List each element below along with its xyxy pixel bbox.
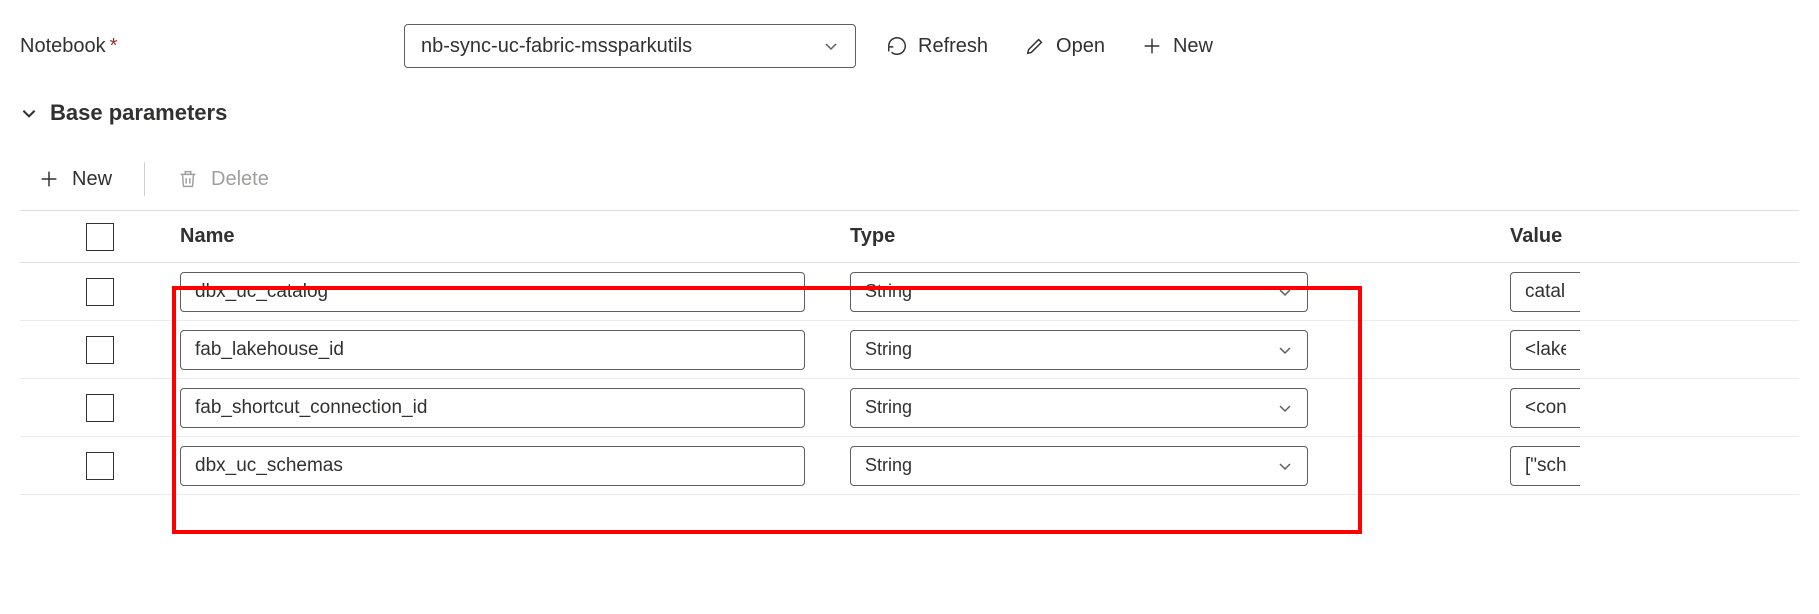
plus-icon bbox=[38, 168, 60, 190]
notebook-dropdown-value: nb-sync-uc-fabric-mssparkutils bbox=[421, 35, 692, 58]
pencil-icon bbox=[1024, 35, 1046, 57]
parameters-table: Name Type Value String String bbox=[20, 210, 1799, 495]
section-title: Base parameters bbox=[50, 100, 227, 126]
table-row: String bbox=[20, 263, 1799, 321]
required-indicator: * bbox=[110, 35, 118, 57]
param-name-input[interactable] bbox=[180, 446, 805, 486]
chevron-down-icon bbox=[1277, 342, 1293, 358]
param-name-input[interactable] bbox=[180, 272, 805, 312]
base-parameters-section-toggle[interactable]: Base parameters bbox=[20, 100, 1799, 126]
table-row: String bbox=[20, 379, 1799, 437]
notebook-label: Notebook* bbox=[20, 35, 380, 58]
plus-icon bbox=[1141, 35, 1163, 57]
refresh-icon bbox=[886, 35, 908, 57]
select-all-checkbox[interactable] bbox=[86, 223, 114, 251]
param-type-select[interactable]: String bbox=[850, 446, 1308, 486]
notebook-dropdown[interactable]: nb-sync-uc-fabric-mssparkutils bbox=[404, 24, 856, 68]
param-value-input[interactable] bbox=[1510, 446, 1580, 486]
new-parameter-button[interactable]: New bbox=[34, 164, 116, 195]
param-value-input[interactable] bbox=[1510, 272, 1580, 312]
param-value-input[interactable] bbox=[1510, 388, 1580, 428]
param-type-select[interactable]: String bbox=[850, 330, 1308, 370]
column-header-value[interactable]: Value bbox=[1510, 225, 1799, 248]
trash-icon bbox=[177, 168, 199, 190]
chevron-down-icon bbox=[823, 38, 839, 54]
toolbar-divider bbox=[144, 162, 145, 196]
refresh-button[interactable]: Refresh bbox=[880, 31, 994, 62]
row-checkbox[interactable] bbox=[86, 278, 114, 306]
row-checkbox[interactable] bbox=[86, 452, 114, 480]
param-name-input[interactable] bbox=[180, 330, 805, 370]
new-notebook-button[interactable]: New bbox=[1135, 31, 1219, 62]
open-button[interactable]: Open bbox=[1018, 31, 1111, 62]
param-value-input[interactable] bbox=[1510, 330, 1580, 370]
table-header-row: Name Type Value bbox=[20, 211, 1799, 263]
table-row: String bbox=[20, 437, 1799, 495]
param-type-select[interactable]: String bbox=[850, 388, 1308, 428]
param-type-select[interactable]: String bbox=[850, 272, 1308, 312]
table-row: String bbox=[20, 321, 1799, 379]
column-header-name[interactable]: Name bbox=[180, 225, 850, 248]
chevron-down-icon bbox=[1277, 284, 1293, 300]
row-checkbox[interactable] bbox=[86, 394, 114, 422]
param-name-input[interactable] bbox=[180, 388, 805, 428]
chevron-down-icon bbox=[20, 104, 38, 122]
delete-parameter-button[interactable]: Delete bbox=[173, 164, 273, 195]
chevron-down-icon bbox=[1277, 400, 1293, 416]
chevron-down-icon bbox=[1277, 458, 1293, 474]
column-header-type[interactable]: Type bbox=[850, 225, 1510, 248]
row-checkbox[interactable] bbox=[86, 336, 114, 364]
